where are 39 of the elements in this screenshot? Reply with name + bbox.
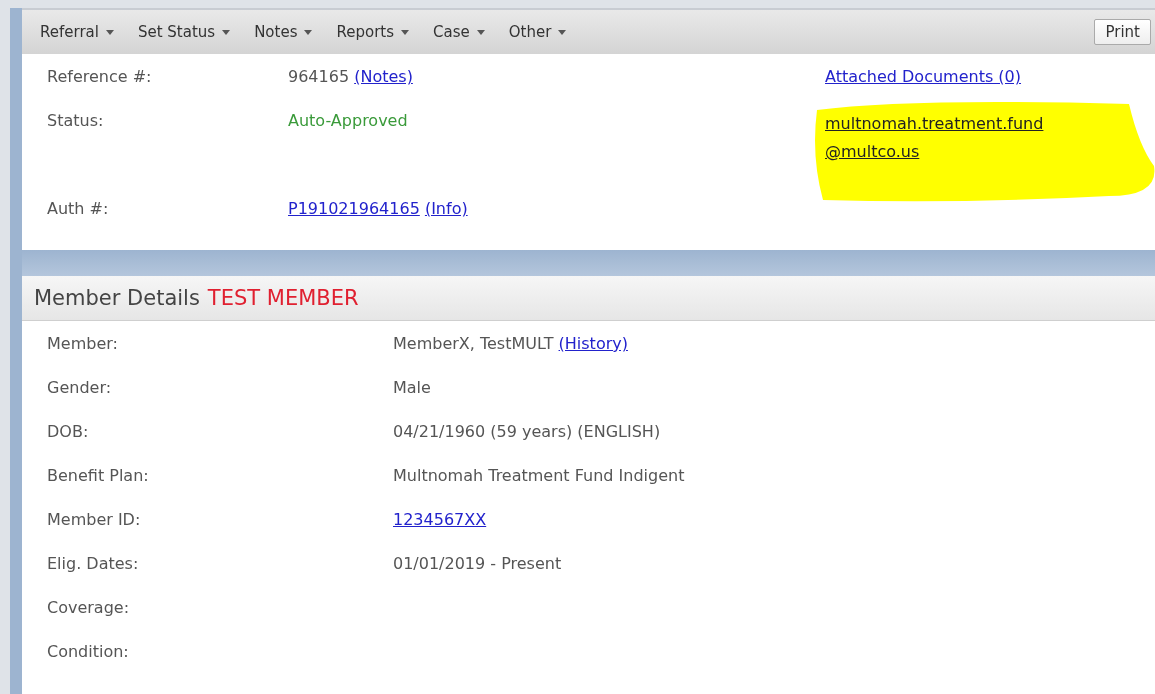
menu-item[interactable]: Referral <box>40 23 114 41</box>
field-value: MemberX, TestMULT <box>393 334 554 353</box>
caret-icon <box>222 29 231 35</box>
field-label: DOB: <box>47 422 89 441</box>
attached-documents-link[interactable]: Attached Documents (0) <box>825 67 1021 86</box>
menu-item[interactable]: Set Status <box>137 23 231 41</box>
field-link[interactable]: 1234567XX <box>393 510 487 529</box>
field-value: 04/21/1960 (59 years) (ENGLISH) <box>393 422 661 441</box>
field-label: Elig. Dates: <box>47 554 139 573</box>
status-value: Auto-Approved <box>288 111 408 130</box>
caret-icon <box>105 29 114 35</box>
caret-icon <box>304 29 313 35</box>
menu-item[interactable]: Notes <box>254 23 313 41</box>
menu-item[interactable]: Other <box>508 23 567 41</box>
field-value: Multnomah Treatment Fund Indigent <box>393 466 685 485</box>
field-label: Status: <box>47 111 104 130</box>
field-label: Benefit Plan: <box>47 466 149 485</box>
field-label: Member ID: <box>47 510 141 529</box>
notes-link[interactable]: (Notes) <box>354 67 413 86</box>
menu-item[interactable]: Case <box>433 23 485 41</box>
field-link[interactable]: (History) <box>558 334 628 353</box>
field-label: Gender: <box>47 378 112 397</box>
field-label: Coverage: <box>47 598 130 617</box>
field-value: 964165 <box>288 67 350 86</box>
info-link[interactable]: (Info) <box>424 199 468 218</box>
field-label: Auth #: <box>47 199 109 218</box>
auth-number-link[interactable]: P191021964165 <box>288 199 420 218</box>
field-label: Condition: <box>47 642 129 661</box>
test-member-label: TEST MEMBER <box>207 286 359 310</box>
field-label: Reference #: <box>47 67 152 86</box>
print-button[interactable]: Print <box>1094 19 1151 45</box>
caret-icon <box>558 29 567 35</box>
menu-item[interactable]: Reports <box>336 23 409 41</box>
field-label: Member: <box>47 334 118 353</box>
field-value: Male <box>393 378 431 397</box>
caret-icon <box>401 29 409 35</box>
field-value: 01/01/2019 - Present <box>393 554 562 573</box>
section-title: Member Details <box>34 286 200 310</box>
caret-icon <box>476 29 485 35</box>
